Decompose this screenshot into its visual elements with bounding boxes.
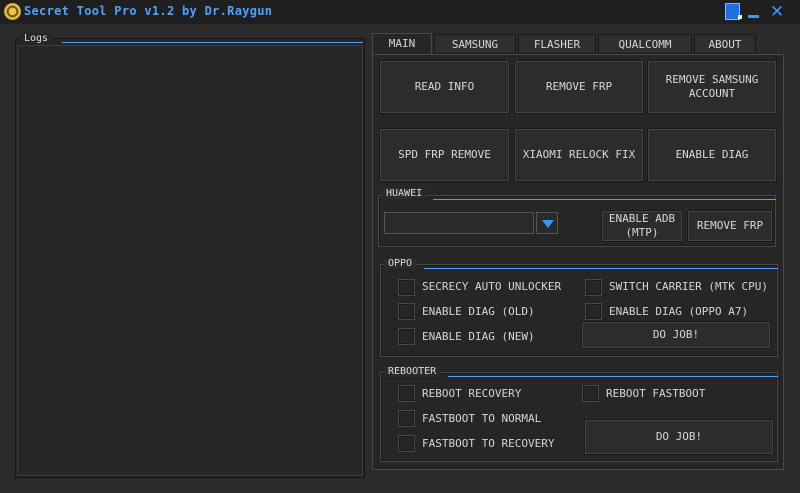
secrecy-auto-unlocker-checkbox[interactable] [398,279,415,296]
spd-frp-remove-button[interactable]: SPD FRP REMOVE [380,129,509,181]
fastboot-to-normal-checkbox[interactable] [398,410,415,427]
logs-header-line [62,42,363,43]
switch-carrier-label: SWITCH CARRIER (MTK CPU) [609,280,768,293]
logs-textarea[interactable] [17,45,363,476]
logs-title: Logs [20,33,53,44]
tab-qualcomm[interactable]: QUALCOMM [598,34,692,54]
rebooter-do-job-button[interactable]: DO JOB! [585,420,773,454]
enable-diag-button[interactable]: ENABLE DIAG [648,129,776,181]
switch-carrier-checkbox[interactable] [585,279,602,296]
theme-dot [738,15,742,19]
read-info-button[interactable]: READ INFO [380,61,509,113]
huawei-remove-frp-button[interactable]: REMOVE FRP [688,211,772,241]
huawei-header-line [433,199,776,200]
reboot-fastboot-checkbox[interactable] [582,385,599,402]
tab-flasher[interactable]: FLASHER [518,34,596,54]
tab-about[interactable]: ABOUT [694,34,756,54]
enable-diag-oppo-a7-label: ENABLE DIAG (OPPO A7) [609,305,749,318]
enable-diag-old-checkbox[interactable] [398,303,415,320]
huawei-title: HUAWEI [382,188,427,199]
close-icon: ✕ [769,2,785,22]
fastboot-to-recovery-label: FASTBOOT TO RECOVERY [422,437,555,450]
oppo-do-job-button[interactable]: DO JOB! [582,322,770,348]
remove-samsung-account-button[interactable]: REMOVE SAMSUNG ACCOUNT [648,61,776,113]
chevron-down-icon [542,220,554,228]
enable-diag-new-checkbox[interactable] [398,328,415,345]
tab-main[interactable]: MAIN [372,33,432,55]
app-logo-icon [4,3,21,20]
oppo-title: OPPO [384,258,417,269]
enable-diag-oppo-a7-checkbox[interactable] [585,303,602,320]
huawei-dropdown-button[interactable] [536,212,558,234]
secrecy-auto-unlocker-label: SECRECY AUTO UNLOCKER [422,280,562,293]
reboot-recovery-checkbox[interactable] [398,385,415,402]
close-button[interactable]: ✕ [766,2,788,22]
window-title: Secret Tool Pro v1.2 by Dr.Raygun [24,4,273,18]
fastboot-to-normal-label: FASTBOOT TO NORMAL [422,412,542,425]
enable-diag-old-label: ENABLE DIAG (OLD) [422,305,535,318]
oppo-header-line [424,268,778,269]
reboot-recovery-label: REBOOT RECOVERY [422,387,522,400]
rebooter-title: REBOOTER [384,366,441,377]
reboot-fastboot-label: REBOOT FASTBOOT [606,387,706,400]
remove-frp-button[interactable]: REMOVE FRP [515,61,643,113]
rebooter-header-line [448,376,778,377]
fastboot-to-recovery-checkbox[interactable] [398,435,415,452]
minimize-button[interactable] [744,2,764,22]
enable-diag-new-label: ENABLE DIAG (NEW) [422,330,535,343]
tab-samsung[interactable]: SAMSUNG [434,34,516,54]
xiaomi-relock-fix-button[interactable]: XIAOMI RELOCK FIX [515,129,643,181]
huawei-model-select[interactable] [384,212,534,234]
enable-adb-button[interactable]: ENABLE ADB (MTP) [602,211,682,241]
minimize-icon [748,15,759,18]
